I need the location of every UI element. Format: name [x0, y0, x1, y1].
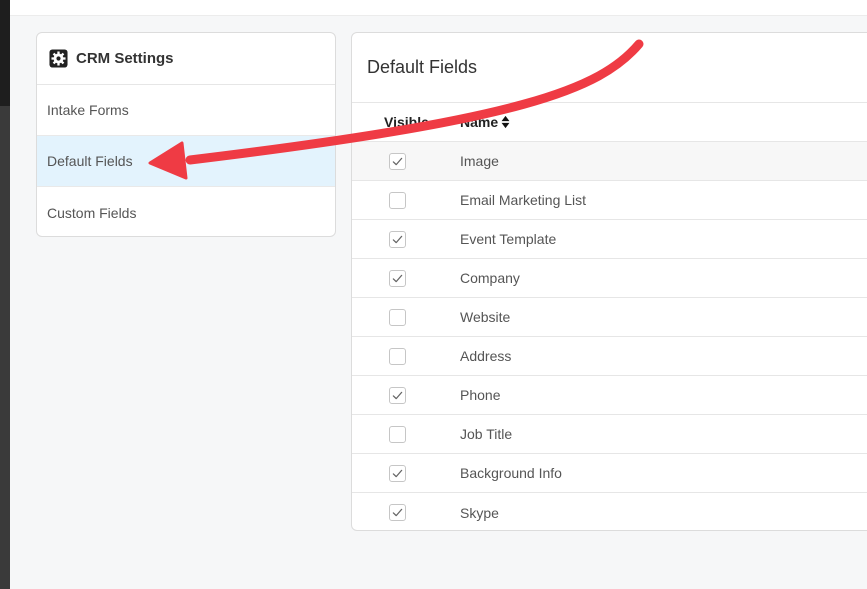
table-row: Image	[352, 142, 867, 181]
sidebar-item-custom-fields[interactable]: Custom Fields	[37, 187, 335, 236]
check-icon	[392, 157, 403, 165]
sort-icon[interactable]	[501, 115, 510, 129]
top-bar	[10, 0, 867, 16]
visible-cell	[352, 152, 460, 170]
check-icon	[392, 235, 403, 243]
column-header-name-label: Name	[460, 114, 499, 130]
page-title: Default Fields	[352, 33, 867, 103]
table-row: Event Template	[352, 220, 867, 259]
gear-icon	[49, 49, 68, 68]
field-name: Background Info	[460, 465, 562, 481]
default-fields-panel: Default Fields Visible Name Image Email M…	[351, 32, 867, 531]
table-row: Skype	[352, 493, 867, 530]
table-row: Background Info	[352, 454, 867, 493]
field-name: Event Template	[460, 231, 557, 247]
sidebar-title: CRM Settings	[76, 50, 174, 67]
visible-checkbox[interactable]	[389, 269, 406, 287]
visible-cell	[352, 464, 460, 482]
visible-checkbox[interactable]	[389, 191, 406, 209]
visible-cell	[352, 504, 460, 521]
visible-checkbox[interactable]	[389, 504, 406, 521]
sidebar-item-label: Default Fields	[47, 153, 133, 169]
column-header-visible: Visible	[384, 114, 429, 130]
sidebar-item-label: Intake Forms	[47, 102, 129, 118]
sidebar-header: CRM Settings	[37, 33, 335, 85]
field-name: Skype	[460, 504, 499, 521]
table-row: Job Title	[352, 415, 867, 454]
field-name: Image	[460, 153, 499, 169]
table-header: Visible Name	[352, 103, 867, 142]
visible-checkbox[interactable]	[389, 386, 406, 404]
sidebar-item-intake-forms[interactable]: Intake Forms	[37, 85, 335, 136]
sidebar-item-default-fields[interactable]: Default Fields	[37, 136, 335, 187]
sidebar-item-label: Custom Fields	[47, 204, 137, 221]
field-name: Company	[460, 270, 520, 286]
check-icon	[392, 274, 403, 282]
table-row: Phone	[352, 376, 867, 415]
fields-table-body: Image Email Marketing List Event Template C…	[352, 142, 867, 530]
field-name: Job Title	[460, 426, 513, 442]
settings-sidebar: CRM Settings Intake Forms Default Fields…	[36, 32, 336, 237]
left-edge-top	[0, 0, 10, 106]
visible-checkbox[interactable]	[389, 425, 406, 443]
visible-cell	[352, 347, 460, 365]
table-row: Website	[352, 298, 867, 337]
visible-checkbox[interactable]	[389, 464, 406, 482]
field-name: Address	[460, 348, 512, 364]
check-icon	[392, 469, 403, 477]
visible-checkbox[interactable]	[389, 347, 406, 365]
left-edge-panel	[0, 0, 10, 589]
visible-cell	[352, 269, 460, 287]
visible-cell	[352, 308, 460, 326]
visible-checkbox[interactable]	[389, 230, 406, 248]
field-name: Phone	[460, 387, 501, 403]
field-name: Email Marketing List	[460, 192, 587, 208]
visible-cell	[352, 191, 460, 209]
visible-cell	[352, 230, 460, 248]
visible-checkbox[interactable]	[389, 308, 406, 326]
table-row: Email Marketing List	[352, 181, 867, 220]
field-name: Website	[460, 309, 511, 325]
visible-cell	[352, 425, 460, 443]
visible-cell	[352, 386, 460, 404]
check-icon	[392, 391, 403, 399]
check-icon	[392, 508, 403, 517]
table-row: Address	[352, 337, 867, 376]
column-header-name[interactable]: Name	[460, 114, 510, 130]
table-row: Company	[352, 259, 867, 298]
visible-checkbox[interactable]	[389, 152, 406, 170]
